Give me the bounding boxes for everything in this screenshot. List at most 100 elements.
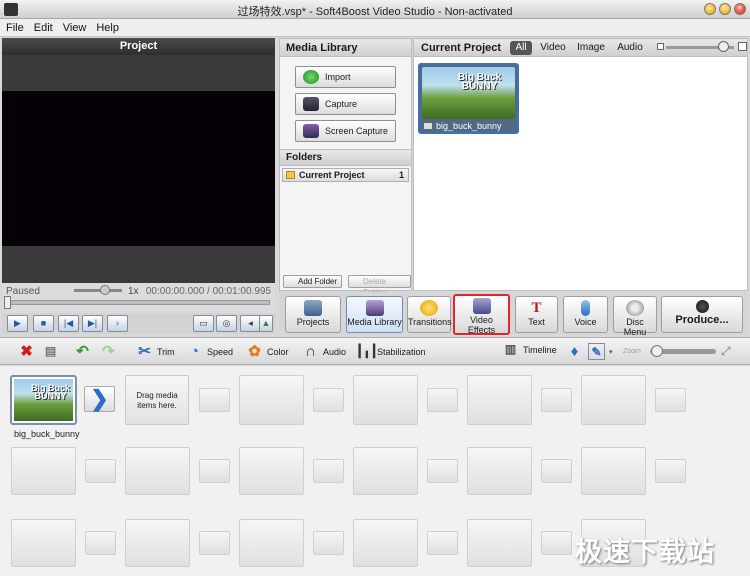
transition-slot-empty[interactable] xyxy=(199,388,230,412)
menu-edit[interactable]: Edit xyxy=(34,22,53,34)
stop-icon[interactable]: ■ xyxy=(33,315,54,332)
clip-slot-empty[interactable] xyxy=(467,519,532,567)
menu-help[interactable]: Help xyxy=(96,22,119,34)
transition-slot-empty[interactable] xyxy=(313,459,344,483)
speed-button[interactable]: ◔ Speed xyxy=(186,343,233,360)
tab-audio[interactable]: Audio xyxy=(615,41,645,55)
tab-image[interactable]: Image xyxy=(576,41,606,55)
thumbnail-small-icon[interactable] xyxy=(657,43,664,50)
minimize-button[interactable]: – xyxy=(704,3,716,15)
redo-button[interactable]: ↷ xyxy=(100,343,117,360)
capture-button[interactable]: Capture xyxy=(295,93,396,115)
screen-capture-button[interactable]: Screen Capture xyxy=(295,120,396,142)
zoom-slider-knob[interactable] xyxy=(651,345,663,357)
clip-slot-empty[interactable] xyxy=(11,447,76,495)
trim-button[interactable]: ✂ Trim xyxy=(136,343,174,360)
clip-slot-empty[interactable] xyxy=(581,447,646,495)
tab-disc-menu[interactable]: Disc Menu xyxy=(613,296,657,337)
produce-button[interactable]: Produce... xyxy=(661,296,743,333)
delete-folder-button[interactable]: Delete Folder xyxy=(348,275,411,297)
clip-slot-empty[interactable] xyxy=(239,375,304,425)
media-item[interactable]: Big Buck BUNNY big_buck_bunny xyxy=(418,63,519,134)
tab-media-library[interactable]: Media Library xyxy=(346,296,403,333)
thumbnail-size-knob[interactable] xyxy=(718,41,729,52)
clip-slot-empty[interactable] xyxy=(581,375,646,425)
tab-video-effects[interactable]: Video Effects xyxy=(453,294,510,335)
transition-slot-empty[interactable] xyxy=(541,459,572,483)
stabilization-button[interactable]: ┃╻┃ Stabilization xyxy=(356,343,426,360)
tab-video[interactable]: Video xyxy=(538,41,568,55)
next-frame-icon[interactable]: ▶| xyxy=(82,315,103,332)
transition-slot-empty[interactable] xyxy=(85,459,116,483)
draw-button[interactable]: ✎ ▾ xyxy=(588,343,613,360)
clip-slot-empty[interactable] xyxy=(467,447,532,495)
snapshot-icon[interactable]: ▭ xyxy=(193,315,214,332)
clip-slot-empty[interactable] xyxy=(353,375,418,425)
clip-slot-empty[interactable] xyxy=(467,375,532,425)
audio-button[interactable]: ∩ Audio xyxy=(302,343,346,360)
text-icon: T xyxy=(531,300,542,316)
clip-slot-empty[interactable] xyxy=(125,519,190,567)
playback-speed-knob[interactable] xyxy=(100,285,110,295)
seek-handle[interactable] xyxy=(4,296,11,309)
transition-slot-empty[interactable] xyxy=(313,531,344,555)
main-tab-bar: Projects Media Library Transitions Video… xyxy=(279,292,748,337)
transition-slot-empty[interactable] xyxy=(655,388,686,412)
maximize-button[interactable]: □ xyxy=(719,3,731,15)
transition-slot-empty[interactable] xyxy=(541,388,572,412)
thumbnail-title: Big Buck BUNNY xyxy=(457,72,502,92)
clip-slot-empty[interactable] xyxy=(125,447,190,495)
import-button[interactable]: Import xyxy=(295,66,396,88)
add-folder-button[interactable]: Add Folder xyxy=(283,275,343,288)
chevron-down-icon: ▾ xyxy=(609,348,613,356)
tab-all[interactable]: All xyxy=(510,41,532,55)
color-button[interactable]: ✿ Color xyxy=(246,343,288,360)
volume-icon[interactable]: ◂ xyxy=(240,315,261,332)
transition-slot-empty[interactable] xyxy=(313,388,344,412)
delete-button[interactable]: ✖ xyxy=(18,343,35,360)
playback-speed-slider[interactable] xyxy=(74,289,122,292)
timeline-label: Timeline xyxy=(523,344,557,355)
menu-file[interactable]: File xyxy=(6,22,24,34)
previous-frame-icon[interactable]: |◀ xyxy=(58,315,79,332)
clip-slot-empty[interactable] xyxy=(11,519,76,567)
film-reel-icon[interactable]: ◎ xyxy=(216,315,237,332)
tab-transitions[interactable]: Transitions xyxy=(407,296,452,333)
clip-slot-empty[interactable] xyxy=(239,447,304,495)
thumbnail-large-icon[interactable] xyxy=(738,42,747,51)
play-icon[interactable]: ▶ xyxy=(7,315,28,332)
seek-bar[interactable] xyxy=(6,300,270,305)
folder-current-project[interactable]: Current Project 1 xyxy=(282,168,409,182)
media-thumbnail: Big Buck BUNNY xyxy=(422,67,515,119)
clip-slot-empty[interactable] xyxy=(353,447,418,495)
transition-slot[interactable]: ❯ xyxy=(84,386,115,412)
fast-forward-icon[interactable]: › xyxy=(107,315,128,332)
menu-bar: File Edit View Help xyxy=(0,19,750,37)
fit-to-window-icon[interactable]: ⤢ xyxy=(721,344,731,359)
undo-button[interactable]: ↶ xyxy=(74,343,91,360)
transition-slot-empty[interactable] xyxy=(427,459,458,483)
export-icon[interactable]: ▲ xyxy=(259,315,273,332)
tab-projects[interactable]: Projects xyxy=(285,296,341,333)
tab-text[interactable]: T Text xyxy=(515,296,558,333)
menu-view[interactable]: View xyxy=(63,22,87,34)
timeline-button[interactable]: ▥ Timeline xyxy=(502,341,557,358)
tab-voice[interactable]: Voice xyxy=(563,296,608,333)
drop-zone[interactable]: Drag media items here. xyxy=(125,375,189,425)
transition-slot-empty[interactable] xyxy=(199,531,230,555)
waveform-icon: ┃╻┃ xyxy=(356,344,378,358)
storyboard-clip[interactable]: Big Buck BUNNY xyxy=(10,375,77,425)
transition-slot-empty[interactable] xyxy=(427,531,458,555)
transition-slot-empty[interactable] xyxy=(85,531,116,555)
transition-slot-empty[interactable] xyxy=(541,531,572,555)
transition-slot-empty[interactable] xyxy=(655,459,686,483)
record-voice-button[interactable]: ♦ xyxy=(566,343,583,360)
transition-slot-empty[interactable] xyxy=(427,388,458,412)
clip-slot-empty[interactable] xyxy=(353,519,418,567)
delete-all-button[interactable]: ▤ xyxy=(42,343,59,360)
transition-slot-empty[interactable] xyxy=(199,459,230,483)
video-frame xyxy=(2,91,275,246)
close-button[interactable]: × xyxy=(734,3,746,15)
stabilization-label: Stabilization xyxy=(377,346,426,357)
clip-slot-empty[interactable] xyxy=(239,519,304,567)
